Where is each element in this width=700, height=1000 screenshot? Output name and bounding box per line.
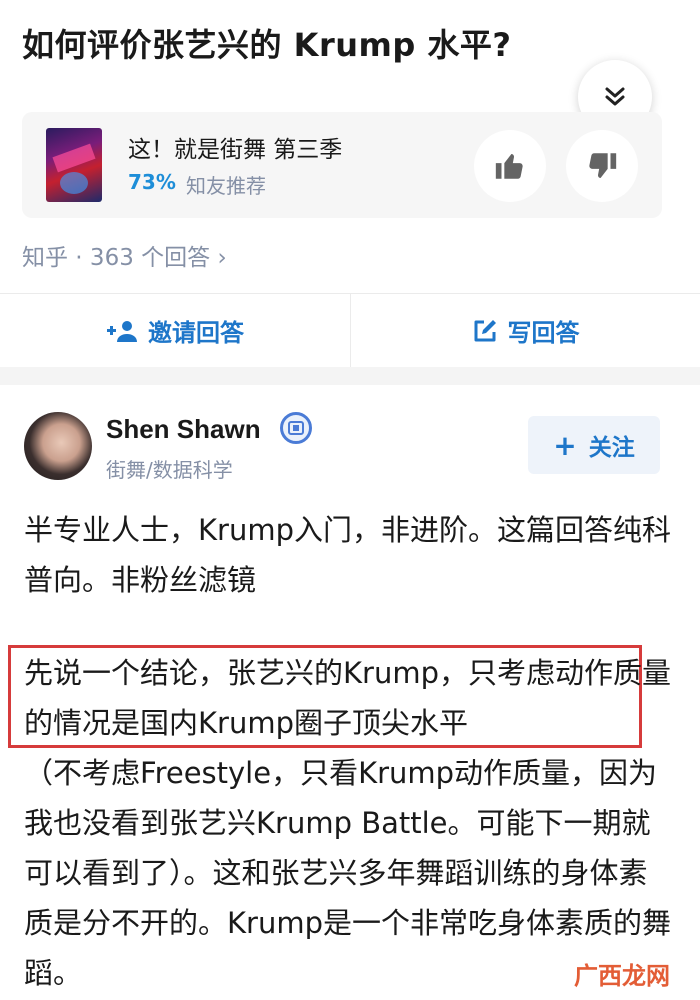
edit-icon	[474, 319, 496, 341]
add-person-icon	[107, 320, 137, 342]
author-name[interactable]: Shen Shawn	[106, 414, 261, 445]
follow-label: 关注	[588, 435, 635, 461]
thumbs-up-button[interactable]	[474, 130, 546, 202]
double-chevron-down-icon	[605, 87, 625, 106]
answer-count-meta[interactable]: 知乎 · 363 个回答 ›	[22, 238, 227, 272]
answer-paragraph-conclusion: 先说一个结论，张艺兴的Krump，只考虑动作质量的情况是国内Krump圈子顶尖水…	[24, 656, 671, 740]
invite-answer-button[interactable]: 邀请回答	[0, 294, 350, 367]
recommend-label: 知友推荐	[186, 174, 266, 198]
topic-card[interactable]: 这！就是街舞 第三季 73% 知友推荐	[22, 112, 662, 218]
question-title: 如何评价张艺兴的 Krump 水平?	[22, 26, 512, 64]
thumbs-down-icon	[589, 153, 617, 179]
thumbs-down-button[interactable]	[566, 130, 638, 202]
show-poster	[46, 128, 102, 202]
answer-paragraph-intro: 半专业人士，Krump入门，非进阶。这篇回答纯科普向。非粉丝滤镜	[24, 513, 671, 597]
watermark: 广西龙网	[574, 962, 670, 990]
write-answer-label: 写回答	[507, 319, 580, 347]
section-divider	[0, 367, 700, 385]
plus-icon: +	[553, 428, 577, 462]
invite-answer-label: 邀请回答	[148, 319, 244, 347]
card-title: 这！就是街舞 第三季	[128, 137, 343, 163]
action-bar: 邀请回答 写回答	[0, 293, 700, 367]
thumbs-up-icon	[495, 153, 523, 179]
verified-badge-icon	[280, 412, 312, 444]
avatar[interactable]	[24, 412, 92, 480]
write-answer-button[interactable]: 写回答	[350, 294, 700, 367]
author-bio: 街舞/数据科学	[106, 458, 233, 482]
recommend-score: 73%	[128, 170, 176, 194]
follow-button[interactable]: + 关注	[528, 416, 660, 474]
